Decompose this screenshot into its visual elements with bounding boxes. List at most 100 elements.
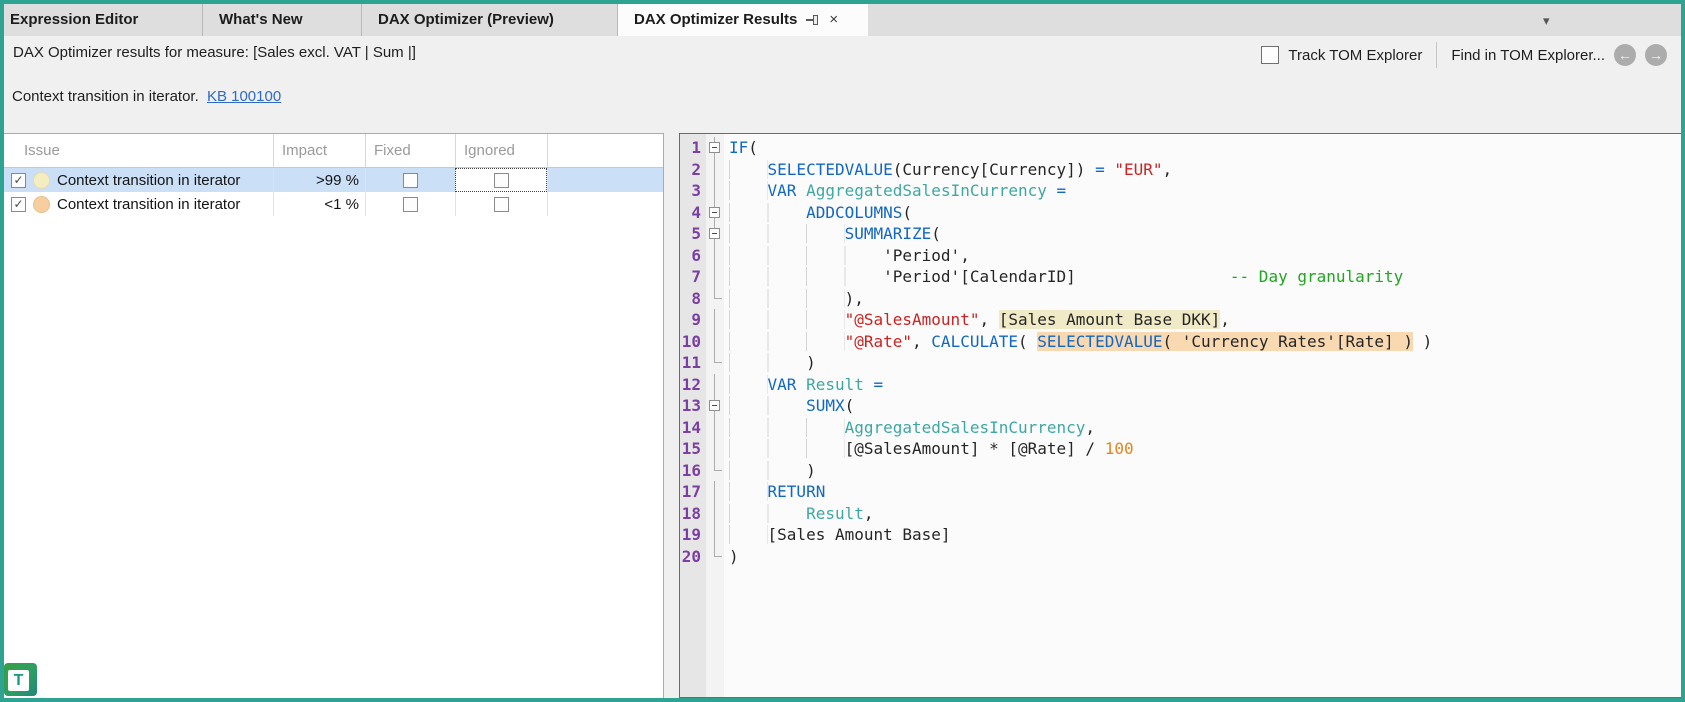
code-text: VAR Result =	[724, 374, 883, 396]
dax-optimizer-results-window: Expression Editor What's New DAX Optimiz…	[0, 0, 1685, 702]
column-header-filler	[547, 134, 663, 167]
tab-strip: Expression Editor What's New DAX Optimiz…	[4, 4, 1681, 36]
issue-row[interactable]: ✓ Context transition in iterator <1 %	[4, 192, 663, 216]
tab-expression-editor[interactable]: Expression Editor	[4, 4, 203, 36]
fixed-cell	[365, 192, 455, 216]
code-text: 'Period',	[724, 245, 970, 267]
close-icon[interactable]: ×	[829, 12, 838, 27]
impact-cell: >99 %	[273, 168, 365, 192]
code-text: Result,	[724, 503, 874, 525]
fold-collapse-icon[interactable]	[706, 201, 724, 223]
code-line: 7 'Period'[CalendarID] -- Day granularit…	[680, 266, 1681, 288]
code-text: [@SalesAmount] * [@Rate] / 100	[724, 438, 1134, 460]
code-line: 16 )	[680, 459, 1681, 482]
issue-table-body: ✓ Context transition in iterator >99 % ✓ Con…	[4, 168, 663, 216]
severity-indicator-icon	[33, 171, 50, 189]
issue-summary: Context transition in iterator. KB 10010…	[12, 88, 281, 105]
issue-enabled-checkbox[interactable]: ✓	[11, 196, 26, 212]
code-line: 14 AggregatedSalesInCurrency,	[680, 416, 1681, 439]
code-text: 'Period'[CalendarID] -- Day granularity	[724, 266, 1403, 288]
fold-collapse-icon[interactable]	[706, 223, 724, 245]
code-text: "@SalesAmount", [Sales Amount Base DKK],	[724, 309, 1230, 331]
code-line: 3 VAR AggregatedSalesInCurrency =	[680, 180, 1681, 202]
code-text: )	[724, 352, 816, 374]
kb-article-link[interactable]: KB 100100	[207, 88, 281, 105]
filler-cell	[547, 168, 663, 192]
line-number: 6	[691, 245, 701, 265]
ignored-checkbox[interactable]	[494, 196, 509, 212]
fold-guide	[706, 438, 724, 460]
toolbar-separator	[1436, 42, 1438, 68]
fold-guide	[706, 158, 724, 180]
column-header-impact[interactable]: Impact	[273, 134, 365, 167]
ignored-cell	[455, 192, 547, 216]
line-number: 1	[691, 138, 701, 157]
navigate-forward-button[interactable]: →	[1645, 44, 1667, 66]
issue-table-header: Issue Impact Fixed Ignored	[4, 134, 663, 168]
navigate-back-button[interactable]: ←	[1614, 44, 1636, 66]
tab-dax-optimizer-preview[interactable]: DAX Optimizer (Preview)	[362, 4, 618, 36]
issue-cell: ✓ Context transition in iterator	[4, 168, 273, 192]
issue-row[interactable]: ✓ Context transition in iterator >99 %	[4, 168, 663, 192]
code-line: 1 IF(	[680, 137, 1681, 159]
pin-icon[interactable]	[806, 13, 820, 27]
line-number: 20	[681, 546, 701, 566]
fold-guide	[706, 287, 724, 310]
fold-guide	[706, 545, 724, 568]
tab-overflow-dropdown-icon[interactable]: ▾	[1543, 13, 1550, 29]
logo-letter: T	[8, 670, 29, 691]
issue-cell: ✓ Context transition in iterator	[4, 192, 273, 216]
severity-indicator-icon	[33, 195, 50, 213]
code-line: 20)	[680, 545, 1681, 568]
line-number: 5	[691, 224, 701, 243]
code-line: 10 "@Rate", CALCULATE( SELECTEDVALUE( 'C…	[680, 330, 1681, 352]
fold-guide	[706, 416, 724, 438]
track-tom-explorer-label: Track TOM Explorer	[1288, 46, 1423, 64]
code-line: 18 Result,	[680, 502, 1681, 525]
tab-label: DAX Optimizer Results	[634, 11, 798, 28]
code-line: 9 "@SalesAmount", [Sales Amount Base DKK…	[680, 309, 1681, 331]
track-tom-explorer-checkbox[interactable]	[1261, 46, 1280, 64]
line-number: 4	[691, 202, 701, 222]
code-line: 6 'Period',	[680, 244, 1681, 267]
line-number: 14	[681, 417, 701, 437]
code-line: 2 SELECTEDVALUE(Currency[Currency]) = "E…	[680, 158, 1681, 181]
line-number: 3	[691, 181, 701, 200]
code-text: SELECTEDVALUE(Currency[Currency]) = "EUR…	[724, 159, 1172, 181]
filler-cell	[547, 192, 663, 216]
fixed-checkbox[interactable]	[403, 172, 418, 188]
code-line: 19 [Sales Amount Base]	[680, 524, 1681, 546]
line-number: 2	[691, 159, 701, 179]
line-number: 17	[681, 482, 701, 501]
column-header-issue[interactable]: Issue	[4, 134, 273, 167]
code-line: 17 RETURN	[680, 481, 1681, 503]
line-number: 18	[681, 503, 701, 523]
code-lines: 1 IF(2 SELECTEDVALUE(Currency[Currency]) …	[680, 137, 1681, 568]
column-header-fixed[interactable]: Fixed	[365, 134, 455, 167]
find-in-tom-explorer-button[interactable]: Find in TOM Explorer...	[1451, 47, 1605, 64]
dax-code-editor[interactable]: 1 IF(2 SELECTEDVALUE(Currency[Currency]) …	[679, 133, 1681, 698]
tabular-editor-logo: T	[4, 663, 37, 696]
fold-guide	[706, 309, 724, 331]
tab-whats-new[interactable]: What's New	[203, 4, 362, 36]
code-text: AggregatedSalesInCurrency,	[724, 417, 1095, 439]
fixed-cell	[365, 168, 455, 192]
line-number: 19	[681, 525, 701, 544]
code-line: 12 VAR Result =	[680, 373, 1681, 396]
issue-enabled-checkbox[interactable]: ✓	[11, 172, 26, 188]
fixed-checkbox[interactable]	[403, 196, 418, 212]
code-text: SUMMARIZE(	[724, 223, 941, 245]
line-number: 8	[691, 288, 701, 308]
code-line: 15 [@SalesAmount] * [@Rate] / 100	[680, 438, 1681, 460]
fold-guide	[706, 524, 724, 546]
code-text: IF(	[729, 138, 758, 157]
fold-collapse-icon[interactable]	[706, 137, 724, 159]
fold-guide	[706, 459, 724, 482]
code-line: 11 )	[680, 352, 1681, 374]
fold-collapse-icon[interactable]	[706, 395, 724, 417]
tab-dax-optimizer-results[interactable]: DAX Optimizer Results ×	[618, 4, 868, 36]
ignored-checkbox[interactable]	[493, 172, 509, 188]
column-header-ignored[interactable]: Ignored	[455, 134, 547, 167]
line-number: 15	[681, 439, 701, 458]
results-title: DAX Optimizer results for measure: [Sale…	[13, 44, 416, 61]
